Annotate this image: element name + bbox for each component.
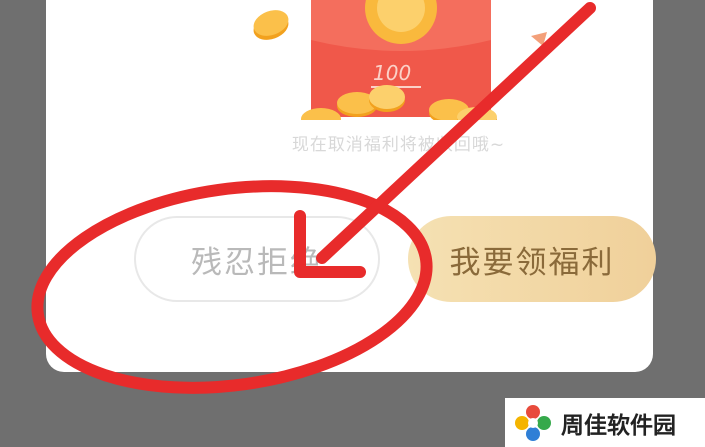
pinwheel-logo-icon <box>515 404 551 441</box>
claim-reward-button[interactable]: 我要领福利 <box>408 216 656 302</box>
cancel-warning-text: 现在取消福利将被收回哦~ <box>291 135 506 155</box>
site-watermark: 周佳软件园 <box>505 398 705 447</box>
reward-dialog: 100 现在取消福利将被收回哦~ 残忍拒绝 我要领福利 <box>46 0 656 372</box>
confetti-icon <box>531 32 547 46</box>
watermark-text: 周佳软件园 <box>561 412 676 439</box>
decline-button[interactable]: 残忍拒绝 <box>134 216 380 302</box>
red-envelope-illustration: 100 <box>253 0 547 120</box>
floating-coin-icon <box>253 10 289 40</box>
envelope-amount: 100 <box>373 61 411 85</box>
